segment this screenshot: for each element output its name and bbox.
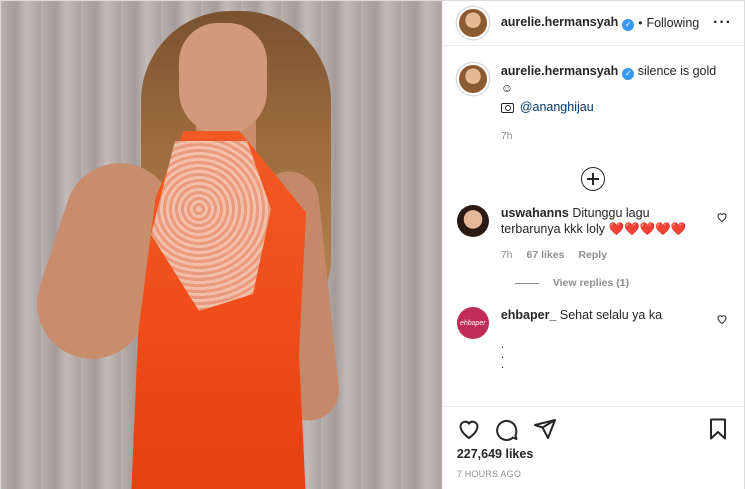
load-more-comments[interactable] [457,167,730,191]
caption-username[interactable]: aurelie.hermansyah ✓ [501,64,635,80]
like-heart-icon[interactable] [457,417,481,441]
replies-line [514,282,539,284]
caption-text: silence is gold [637,64,717,78]
avatar-text: ehbaper [459,319,486,327]
more-dots-icon[interactable]: ··· [713,14,732,32]
comment-likes[interactable]: 67 likes [527,249,565,261]
camera-credit-line: @ananghijau [500,99,716,116]
post-photo[interactable] [1,1,442,489]
commenter-avatar[interactable]: ehbaper [456,307,489,339]
caption: aurelie.hermansyah ✓ silence is gold ☺ @a… [456,63,730,145]
comment-text-block: ehbaper_ Sehat selalu ya ka [501,307,701,339]
comment-item: ehbaper ehbaper_ Sehat selalu ya ka [456,307,730,339]
author-username-text[interactable]: aurelie.hermansyah [501,15,618,29]
like-comment-heart-icon[interactable] [716,313,728,325]
mention-link[interactable]: @ananghijau [520,99,594,116]
commenter-avatar[interactable] [456,205,489,237]
view-replies[interactable]: View replies (1) [514,277,730,289]
verified-badge-icon: ✓ [622,19,635,31]
post-actions-section: 227,649 likes 7 HOURS AGO [442,406,744,489]
plus-circle-icon[interactable] [581,167,606,191]
heart-emojis: ❤️❤️❤️❤️❤️ [608,222,687,236]
commenter-username[interactable]: ehbaper_ [501,308,557,322]
caption-body: aurelie.hermansyah ✓ silence is gold ☺ @a… [500,63,717,145]
comments-list[interactable]: aurelie.hermansyah ✓ silence is gold ☺ @a… [443,47,744,407]
comment-text: Sehat selalu ya ka [559,308,663,322]
post-timestamp[interactable]: 7 HOURS AGO [443,461,744,479]
caption-username-text[interactable]: aurelie.hermansyah [501,64,618,78]
share-send-icon[interactable] [533,417,557,441]
photo-face [179,23,267,135]
comment-meta: 7h 67 likes Reply [501,249,730,261]
verified-badge-icon: ✓ [622,68,635,80]
reply-button[interactable]: Reply [578,249,607,261]
post-side-panel: aurelie.hermansyah ✓ • Following ··· aure… [441,1,744,489]
likes-count[interactable]: 227,649 likes [443,443,744,461]
comment-item: uswahanns Ditunggu lagu terbarunya kkk l… [456,205,730,237]
follow-button[interactable]: Following [646,16,699,30]
instagram-post: aurelie.hermansyah ✓ • Following ··· aure… [0,0,745,489]
comment-continuation-dots: ... [500,337,505,371]
author-username[interactable]: aurelie.hermansyah ✓ [501,15,635,31]
author-avatar[interactable] [456,7,489,39]
post-header: aurelie.hermansyah ✓ • Following ··· [442,1,744,46]
comment-text-block: uswahanns Ditunggu lagu terbarunya kkk l… [501,205,701,237]
smile-emoji: ☺ [500,81,514,95]
action-bar [443,407,744,443]
separator-dot: • [638,16,643,30]
comment-time[interactable]: 7h [501,249,513,261]
caption-avatar[interactable] [456,63,489,95]
bookmark-icon[interactable] [706,417,730,441]
caption-time[interactable]: 7h [501,128,716,145]
camera-icon [500,102,514,113]
like-comment-heart-icon[interactable] [716,211,728,223]
view-replies-label[interactable]: View replies (1) [553,277,629,289]
commenter-username[interactable]: uswahanns [501,206,569,220]
comment-bubble-icon[interactable] [495,417,519,441]
